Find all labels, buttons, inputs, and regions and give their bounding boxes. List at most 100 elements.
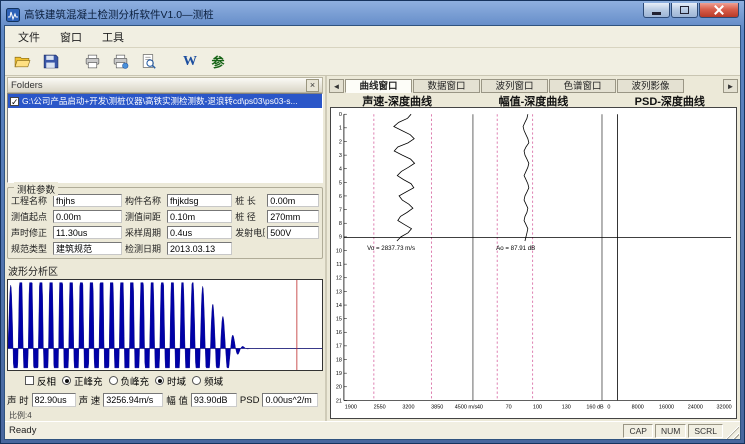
radio-time-domain[interactable]: 时域: [155, 374, 186, 388]
psd-label: PSD: [240, 395, 260, 406]
word-icon: W: [183, 54, 197, 70]
svg-text:24000: 24000: [688, 405, 703, 411]
param-label-pile-length: 桩 长: [235, 194, 265, 207]
radio-negative-fill[interactable]: 负峰充: [109, 374, 150, 388]
print-setup-button[interactable]: [108, 51, 132, 73]
maximize-button[interactable]: [671, 3, 698, 18]
sound-speed-label: 声 速: [79, 393, 101, 407]
param-field-sample-period[interactable]: 0.4us: [167, 226, 232, 239]
svg-text:2: 2: [339, 139, 342, 145]
waveform-controls: 反相 正峰充 负峰充 时域 频域: [7, 373, 323, 388]
param-field-start[interactable]: 0.00m: [53, 210, 122, 223]
menu-tools[interactable]: 工具: [93, 27, 133, 47]
svg-text:0: 0: [339, 112, 342, 118]
save-button[interactable]: [38, 51, 62, 73]
waveform-area[interactable]: [7, 279, 323, 371]
radio-positive-fill[interactable]: 正峰充: [62, 374, 103, 388]
svg-text:21: 21: [336, 398, 342, 404]
main-area: Folders × G:\公司产品启动+开发\测桩仪器\高铁实测检测数-退浪转c…: [5, 76, 740, 421]
menu-window[interactable]: 窗口: [51, 27, 91, 47]
radio-icon: [62, 376, 71, 385]
param-field-diameter[interactable]: 270mm: [267, 210, 319, 223]
panel-close-button[interactable]: ×: [306, 79, 319, 92]
param-field-voltage[interactable]: 500V: [267, 226, 319, 239]
toolbar: W 参: [5, 48, 740, 76]
print-button[interactable]: [80, 51, 104, 73]
waveform-section-label: 波形分析区: [8, 263, 323, 278]
folder-item-checkbox[interactable]: [10, 97, 19, 106]
tab-curve-window[interactable]: 曲线窗口: [345, 79, 412, 93]
tab-wavetrain-image[interactable]: 波列影像: [617, 79, 684, 93]
app-window: 高铁建筑混凝土检测分析软件V1.0—测桩 文件 窗口 工具: [0, 0, 745, 444]
depth-charts-canvas: 0123456789101112131415161718192021190025…: [331, 108, 736, 418]
svg-text:100: 100: [533, 405, 542, 411]
folders-list[interactable]: G:\公司产品启动+开发\测桩仪器\高铁实测检测数-退浪转cd\ps03\ps0…: [7, 93, 323, 183]
print-preview-button[interactable]: [136, 51, 160, 73]
svg-text:130: 130: [562, 405, 571, 411]
param-label-standard: 规范类型: [11, 242, 51, 255]
svg-text:8: 8: [339, 221, 342, 227]
close-button[interactable]: [699, 3, 739, 18]
print-setup-icon: [112, 53, 129, 70]
svg-text:3: 3: [339, 153, 342, 159]
tab-bar: ◄ 曲线窗口 数据窗口 波列窗口 色谱窗口 波列影像 ►: [329, 77, 738, 93]
svg-text:70: 70: [506, 405, 512, 411]
folder-item[interactable]: G:\公司产品启动+开发\测桩仪器\高铁实测检测数-退浪转cd\ps03\ps0…: [8, 94, 322, 108]
readouts-row: 声 时 82.90us 声 速 3256.94m/s 幅 值 93.90dB P…: [7, 390, 323, 410]
save-icon: [42, 53, 59, 70]
title-bar[interactable]: 高铁建筑混凝土检测分析软件V1.0—测桩: [4, 4, 741, 25]
svg-text:1: 1: [339, 126, 342, 132]
tab-scroll-left-button[interactable]: ◄: [329, 79, 344, 93]
svg-text:Vo = 2837.73 m/s: Vo = 2837.73 m/s: [367, 245, 415, 252]
minimize-button[interactable]: [643, 3, 670, 18]
param-field-project[interactable]: fhjhs: [53, 194, 122, 207]
svg-text:5: 5: [339, 180, 342, 186]
tab-wavetrain-window[interactable]: 波列窗口: [481, 79, 548, 93]
waveform-canvas[interactable]: [8, 280, 322, 370]
param-field-date[interactable]: 2013.03.13: [167, 242, 232, 255]
resize-grip[interactable]: [725, 425, 739, 439]
chart-titles-row: 声速-深度曲线 幅值-深度曲线 PSD-深度曲线: [329, 93, 738, 107]
menu-file[interactable]: 文件: [9, 27, 49, 47]
param-settings-button[interactable]: 参: [206, 51, 230, 73]
amplitude-label: 幅 值: [166, 393, 188, 407]
tab-spectrum-window[interactable]: 色谱窗口: [549, 79, 616, 93]
svg-text:16: 16: [336, 330, 342, 336]
print-icon: [84, 53, 101, 70]
depth-charts-area: 0123456789101112131415161718192021190025…: [330, 107, 737, 419]
svg-text:4500 m/s: 4500 m/s: [455, 405, 478, 411]
folders-panel: Folders × G:\公司产品启动+开发\测桩仪器\高铁实测检测数-退浪转c…: [5, 76, 327, 421]
open-folder-button[interactable]: [10, 51, 34, 73]
param-field-spacing[interactable]: 0.10m: [167, 210, 232, 223]
svg-text:3850: 3850: [431, 405, 443, 411]
tab-scroll-right-button[interactable]: ►: [723, 79, 738, 93]
open-folder-icon: [14, 53, 31, 70]
menu-bar: 文件 窗口 工具: [5, 26, 740, 48]
param-field-component[interactable]: fhjkdsg: [167, 194, 232, 207]
svg-text:160 dB: 160 dB: [586, 405, 604, 411]
client-area: 文件 窗口 工具 W: [4, 25, 741, 440]
svg-text:3200: 3200: [402, 405, 414, 411]
close-icon: [714, 5, 724, 15]
param-field-standard[interactable]: 建筑规范: [53, 242, 122, 255]
amplitude-value: 93.90dB: [191, 393, 237, 407]
svg-text:19: 19: [336, 371, 342, 377]
sound-speed-value: 3256.94m/s: [103, 393, 163, 407]
invert-checkbox[interactable]: 反相: [25, 374, 56, 388]
svg-text:7: 7: [339, 207, 342, 213]
sound-time-value: 82.90us: [32, 393, 76, 407]
svg-text:Ao = 87.91 dB: Ao = 87.91 dB: [496, 245, 535, 252]
word-export-button[interactable]: W: [178, 51, 202, 73]
radio-freq-domain[interactable]: 频域: [192, 374, 223, 388]
param-field-time-correction[interactable]: 11.30us: [53, 226, 122, 239]
param-label-voltage: 发射电压: [235, 226, 265, 239]
tab-data-window[interactable]: 数据窗口: [413, 79, 480, 93]
svg-text:13: 13: [336, 289, 342, 295]
folders-header: Folders ×: [7, 77, 323, 93]
svg-text:40: 40: [477, 405, 483, 411]
param-field-pile-length[interactable]: 0.00m: [267, 194, 319, 207]
psd-value: 0.00us^2/m: [262, 393, 318, 407]
status-key-scrl: SCRL: [688, 424, 723, 438]
status-message: Ready: [9, 425, 621, 436]
param-label-sample-period: 采样周期: [125, 226, 165, 239]
